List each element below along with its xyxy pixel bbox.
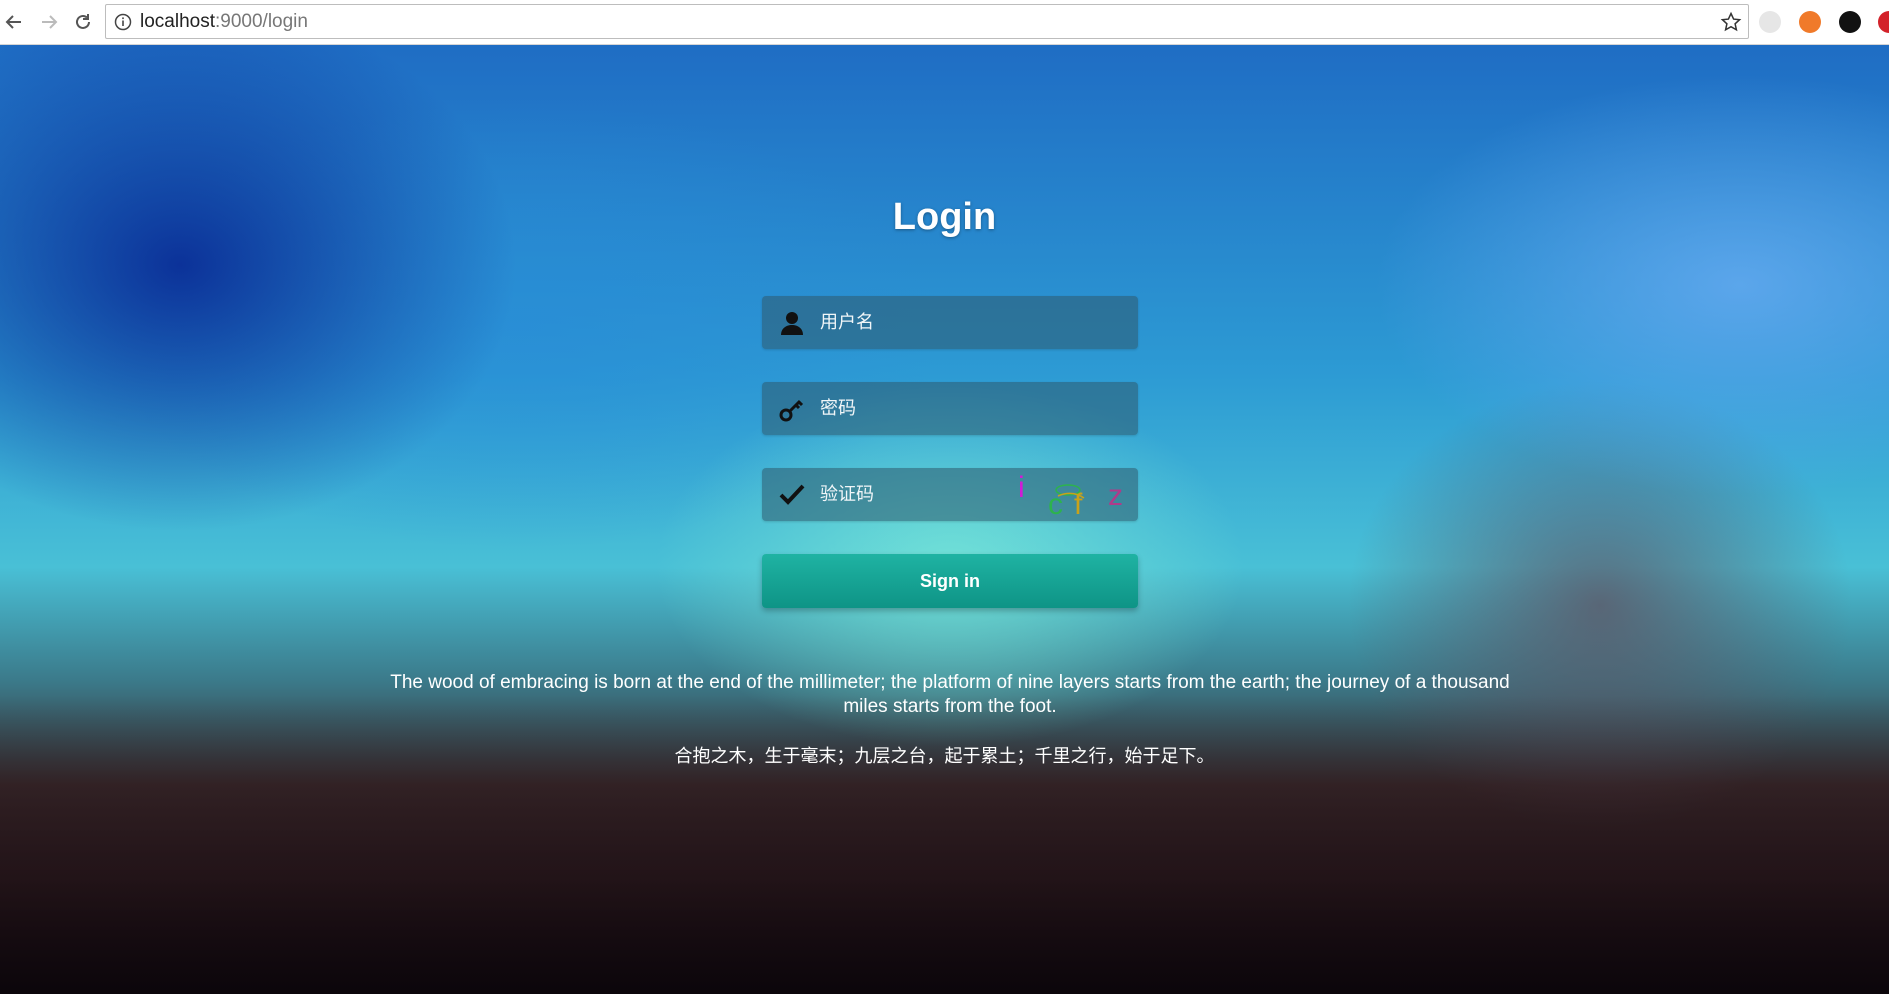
extension-icon-gray[interactable]	[1759, 11, 1781, 33]
info-icon[interactable]	[114, 13, 132, 31]
captcha-image[interactable]: i c f z	[1010, 470, 1130, 519]
back-arrow-icon	[5, 15, 21, 29]
url-path: :9000/login	[215, 11, 308, 32]
page-title: Login	[892, 196, 997, 238]
back-button[interactable]	[0, 8, 28, 36]
forward-button[interactable]	[35, 8, 63, 36]
browser-toolbar: localhost:9000/login	[0, 0, 1889, 45]
username-field[interactable]	[762, 296, 1138, 349]
address-bar[interactable]: localhost:9000/login	[105, 4, 1749, 39]
extension-icon-red[interactable]	[1878, 11, 1889, 33]
user-icon	[781, 312, 803, 335]
password-field[interactable]	[762, 382, 1138, 435]
background-haze	[0, 695, 1889, 994]
quote-english: The wood of embracing is born at the end…	[390, 672, 1510, 717]
extension-icon-black[interactable]	[1839, 11, 1861, 33]
forward-arrow-icon	[42, 15, 58, 29]
captcha-input[interactable]	[820, 468, 1000, 521]
key-icon	[779, 399, 804, 422]
reload-icon	[76, 14, 90, 29]
captcha-char-2: c	[1048, 488, 1063, 519]
username-input[interactable]	[820, 296, 1120, 349]
password-input[interactable]	[820, 382, 1120, 435]
check-icon	[779, 484, 805, 505]
url-host: localhost	[140, 11, 215, 32]
login-page: Login i c f z Sign in The wood of embrac…	[0, 45, 1889, 994]
captcha-char-4: z	[1108, 479, 1123, 512]
bookmark-star-icon[interactable]	[1720, 11, 1742, 33]
captcha-char-1: i	[1018, 471, 1025, 504]
sign-in-button[interactable]: Sign in	[762, 554, 1138, 608]
quote-chinese: 合抱之木，生于毫末；九层之台，起于累土；千里之行，始于足下。	[674, 746, 1215, 767]
extension-icon-orange[interactable]	[1799, 11, 1821, 33]
captcha-field[interactable]: i c f z	[762, 468, 1138, 521]
address-url[interactable]: localhost:9000/login	[140, 5, 308, 38]
reload-button[interactable]	[69, 8, 97, 36]
